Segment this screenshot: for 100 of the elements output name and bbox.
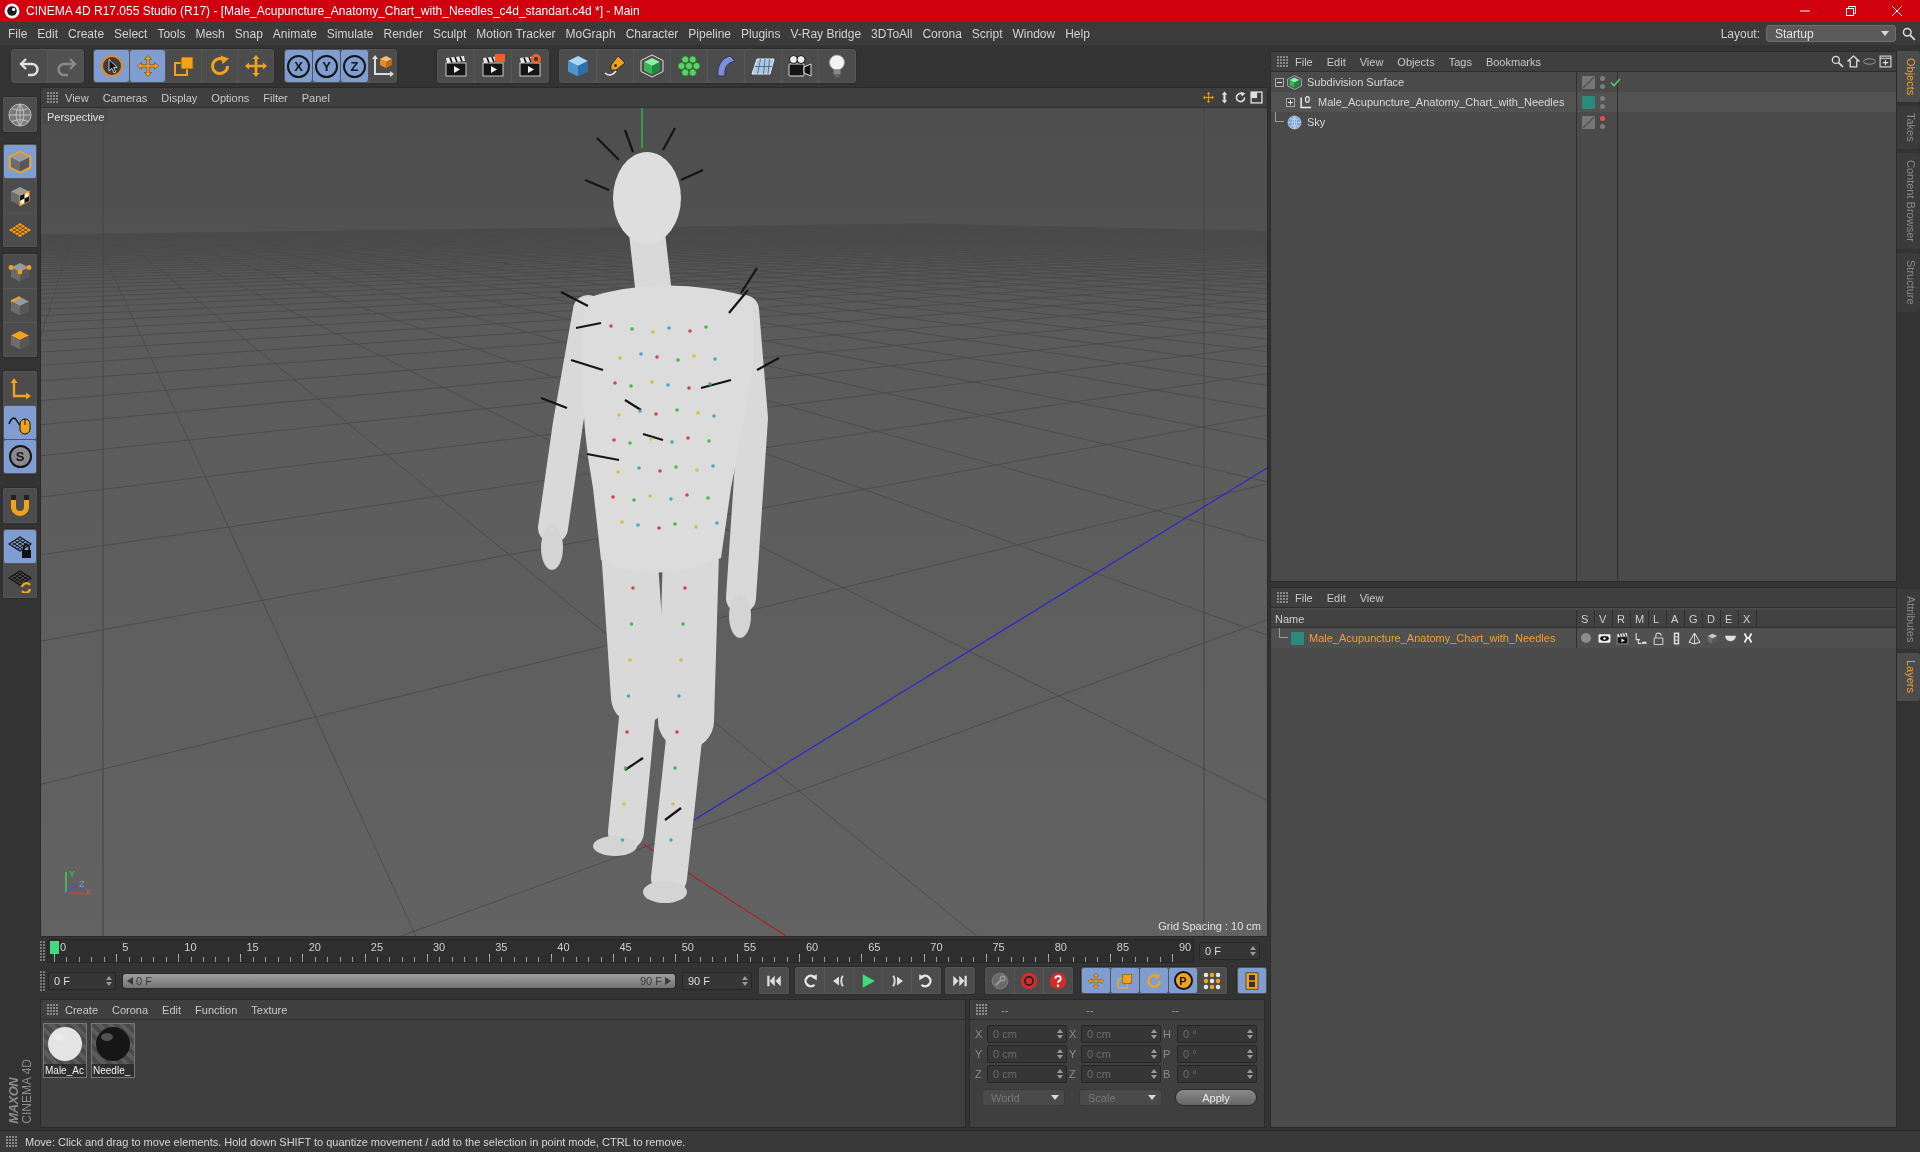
clapperboard-icon[interactable] bbox=[1615, 631, 1629, 645]
pen-tool-button[interactable] bbox=[597, 50, 633, 82]
z-axis-button[interactable]: Z bbox=[341, 50, 368, 82]
current-frame-field[interactable]: 0 F bbox=[1199, 942, 1260, 960]
floor-button[interactable] bbox=[745, 50, 781, 82]
object-menu-item[interactable]: Edit bbox=[1319, 55, 1353, 68]
viewport-menu-item[interactable]: Display bbox=[154, 91, 205, 104]
side-tab[interactable]: Objects bbox=[1897, 51, 1920, 103]
object-menu-item[interactable]: Tags bbox=[1441, 55, 1479, 68]
object-menu-item[interactable]: Objects bbox=[1390, 55, 1442, 68]
menu-item[interactable]: Window bbox=[1007, 26, 1061, 41]
grip-icon[interactable] bbox=[1277, 56, 1288, 67]
visibility-dot[interactable] bbox=[1600, 95, 1605, 101]
menu-item[interactable]: Plugins bbox=[736, 26, 786, 41]
pan-arrows-icon[interactable] bbox=[1202, 91, 1215, 104]
layer-row[interactable]: Male_Acupuncture_Anatomy_Chart_with_Needles bbox=[1271, 628, 1896, 648]
start-frame-field[interactable]: 0 F bbox=[48, 971, 116, 990]
previous-frame-button[interactable] bbox=[825, 968, 853, 993]
search-icon[interactable] bbox=[1902, 26, 1916, 41]
menu-item[interactable]: Snap bbox=[229, 26, 268, 41]
visibility-dot[interactable] bbox=[1600, 103, 1605, 109]
previous-key-button[interactable] bbox=[796, 968, 824, 993]
parameter-key-button[interactable]: P bbox=[1169, 968, 1197, 993]
search-icon[interactable] bbox=[1831, 55, 1844, 68]
object-menu-item[interactable]: View bbox=[1352, 55, 1391, 68]
menu-item[interactable]: Select bbox=[109, 26, 153, 41]
viewport-menu-item[interactable]: View bbox=[58, 91, 96, 104]
menu-item[interactable]: Motion Tracker bbox=[471, 26, 561, 41]
layer-menu-item[interactable]: File bbox=[1288, 591, 1320, 604]
material-menu-item[interactable]: Create bbox=[58, 1003, 106, 1016]
material-tile[interactable]: Male_Ac bbox=[43, 1023, 87, 1078]
viewport-menu-item[interactable]: Options bbox=[204, 91, 257, 104]
layout-dropdown[interactable]: Startup bbox=[1766, 25, 1896, 42]
padlock-icon[interactable] bbox=[1651, 631, 1665, 645]
menu-item[interactable]: Edit bbox=[32, 26, 64, 41]
deformer-button[interactable] bbox=[708, 50, 744, 82]
auto-key-button[interactable] bbox=[1044, 968, 1072, 993]
render-view-button[interactable] bbox=[438, 50, 474, 82]
render-picture-button[interactable] bbox=[475, 50, 511, 82]
subdivision-button[interactable] bbox=[634, 50, 670, 82]
rotate-tool-button[interactable] bbox=[202, 50, 237, 82]
visibility-dot[interactable] bbox=[1600, 83, 1605, 89]
menu-item[interactable]: MoGraph bbox=[560, 26, 621, 41]
model-mode-button[interactable] bbox=[4, 145, 36, 178]
hierarchy-icon[interactable] bbox=[1633, 631, 1647, 645]
workplane-mode-button[interactable] bbox=[4, 213, 36, 246]
cloner-button[interactable] bbox=[671, 50, 707, 82]
axis-mode-button[interactable] bbox=[4, 372, 36, 405]
material-menu-item[interactable]: Texture bbox=[244, 1003, 295, 1016]
visibility-dot[interactable] bbox=[1600, 115, 1605, 121]
material-menu-item[interactable]: Function bbox=[188, 1003, 245, 1016]
x-shape-icon[interactable] bbox=[1742, 632, 1754, 644]
material-tile[interactable]: Needle_ bbox=[91, 1023, 135, 1078]
grip-icon[interactable] bbox=[47, 1004, 58, 1015]
side-tab[interactable]: Content Browser bbox=[1897, 153, 1920, 249]
menu-item[interactable]: Render bbox=[378, 26, 428, 41]
menu-item[interactable]: Character bbox=[620, 26, 684, 41]
camera-button[interactable] bbox=[782, 50, 818, 82]
material-menu-item[interactable]: Edit bbox=[155, 1003, 189, 1016]
tweak-mode-button[interactable] bbox=[4, 406, 36, 439]
object-menu-item[interactable]: Bookmarks bbox=[1478, 55, 1548, 68]
home-icon[interactable] bbox=[1847, 55, 1860, 68]
maximize-icon[interactable] bbox=[1250, 91, 1263, 104]
coordinate-system-button[interactable] bbox=[369, 50, 396, 82]
viewport-menu-item[interactable]: Filter bbox=[256, 91, 295, 104]
next-key-button[interactable] bbox=[912, 968, 940, 993]
render-settings-button[interactable] bbox=[512, 50, 548, 82]
menu-item[interactable]: Tools bbox=[152, 26, 191, 41]
frame-range-slider[interactable]: 0 F 90 F bbox=[123, 973, 675, 988]
play-button[interactable] bbox=[854, 968, 882, 993]
grip-icon[interactable] bbox=[1277, 592, 1288, 603]
cube-icon[interactable] bbox=[1705, 631, 1719, 645]
points-mode-button[interactable] bbox=[4, 255, 36, 288]
menu-item[interactable]: Sculpt bbox=[427, 26, 472, 41]
transform-tool-button[interactable] bbox=[238, 50, 273, 82]
polygons-mode-button[interactable] bbox=[4, 323, 36, 356]
viewport-menu-item[interactable]: Cameras bbox=[95, 91, 155, 104]
check-icon[interactable] bbox=[1610, 77, 1621, 87]
layer-menu-item[interactable]: View bbox=[1352, 591, 1391, 604]
object-menu-item[interactable]: File bbox=[1288, 55, 1320, 68]
menu-item[interactable]: Script bbox=[966, 26, 1008, 41]
viewport-menu-item[interactable]: Panel bbox=[294, 91, 337, 104]
planar-workplane-button[interactable] bbox=[4, 564, 36, 597]
menu-item[interactable]: Simulate bbox=[321, 26, 379, 41]
scale-tool-button[interactable] bbox=[166, 50, 201, 82]
material-menu-item[interactable]: Corona bbox=[105, 1003, 156, 1016]
lock-workplane-button[interactable] bbox=[4, 530, 36, 563]
object-row[interactable]: Male_Acupuncture_Anatomy_Chart_with_Needles bbox=[1271, 92, 1896, 112]
x-axis-button[interactable]: X bbox=[285, 50, 312, 82]
menu-item[interactable]: 3DToAll bbox=[866, 26, 918, 41]
select-tool-button[interactable] bbox=[94, 50, 129, 82]
grip-icon[interactable] bbox=[976, 1004, 987, 1015]
new-window-icon[interactable] bbox=[1879, 55, 1892, 68]
end-frame-field[interactable]: 90 F bbox=[682, 971, 752, 990]
menu-item[interactable]: V-Ray Bridge bbox=[785, 26, 867, 41]
menu-item[interactable]: Animate bbox=[267, 26, 322, 41]
grip-icon[interactable] bbox=[6, 1136, 17, 1147]
snap-button[interactable]: S bbox=[4, 440, 36, 473]
grip-icon[interactable] bbox=[40, 970, 45, 991]
expand-icon[interactable] bbox=[1286, 97, 1295, 107]
